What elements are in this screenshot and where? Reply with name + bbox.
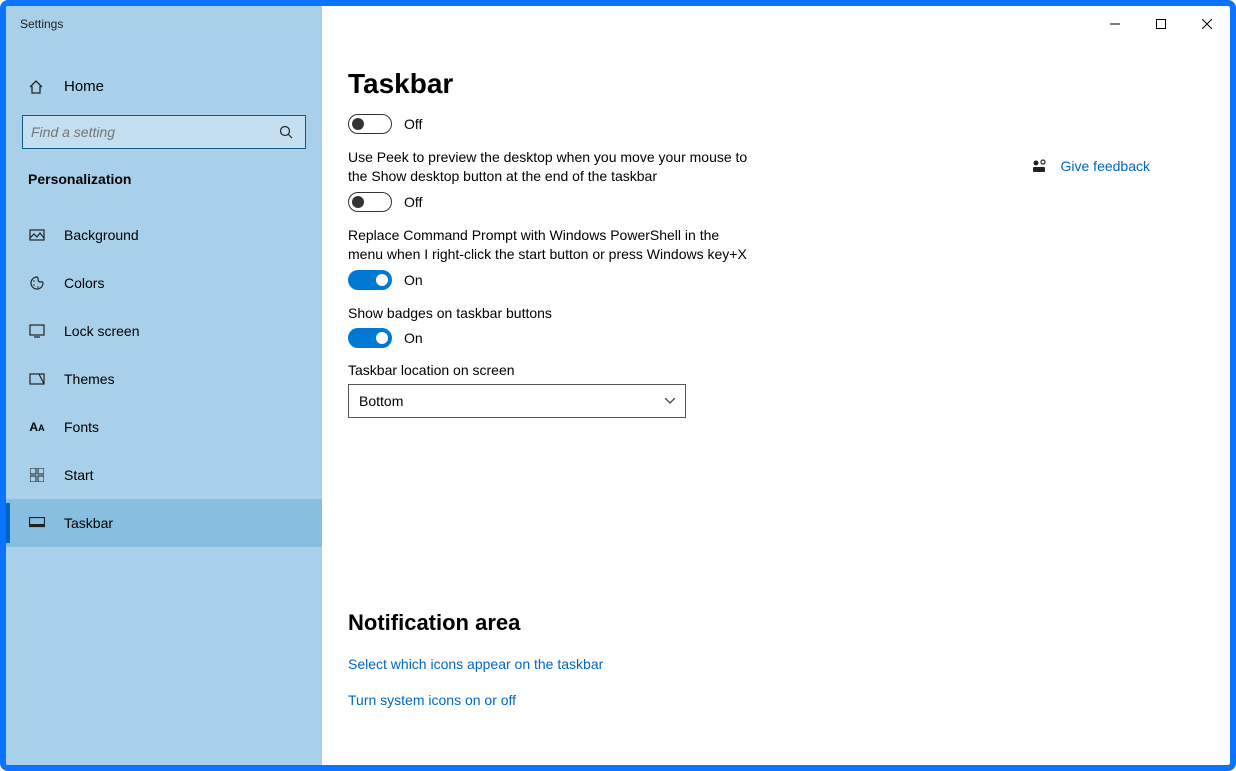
- start-icon: [28, 468, 46, 482]
- select-value: Bottom: [359, 393, 403, 409]
- home-icon: [28, 79, 46, 95]
- sidebar-item-themes[interactable]: Themes: [6, 355, 322, 403]
- chevron-down-icon: [665, 398, 675, 404]
- close-button[interactable]: [1184, 6, 1230, 42]
- home-button[interactable]: Home: [6, 64, 322, 109]
- sidebar-item-label: Background: [64, 227, 139, 243]
- toggle-lock-taskbar[interactable]: [348, 114, 392, 134]
- taskbar-icon: [28, 517, 46, 529]
- sidebar-item-label: Colors: [64, 275, 104, 291]
- setting-desc-badges: Show badges on taskbar buttons: [348, 304, 768, 323]
- page-title: Taskbar: [348, 68, 1204, 100]
- settings-window: Settings Home: [6, 6, 1230, 765]
- search-box[interactable]: [22, 115, 306, 149]
- feedback-link[interactable]: Give feedback: [1031, 158, 1151, 174]
- minimize-icon: [1110, 19, 1120, 29]
- sidebar-item-lock-screen[interactable]: Lock screen: [6, 307, 322, 355]
- titlebar: Settings: [6, 6, 1230, 42]
- search-input[interactable]: [31, 124, 279, 140]
- toggle-state-label: On: [404, 330, 423, 346]
- close-icon: [1202, 19, 1212, 29]
- sidebar-item-colors[interactable]: Colors: [6, 259, 322, 307]
- sidebar-item-start[interactable]: Start: [6, 451, 322, 499]
- toggle-badges[interactable]: [348, 328, 392, 348]
- colors-icon: [28, 275, 46, 291]
- fonts-icon: AA: [28, 420, 46, 434]
- sidebar-item-label: Start: [64, 467, 94, 483]
- setting-label-location: Taskbar location on screen: [348, 362, 908, 378]
- nav-list: Background Colors Lock screen Themes AA …: [6, 211, 322, 547]
- section-heading-notification: Notification area: [348, 610, 1204, 636]
- background-icon: [28, 227, 46, 243]
- link-select-icons[interactable]: Select which icons appear on the taskbar: [348, 656, 1204, 672]
- setting-desc-peek: Use Peek to preview the desktop when you…: [348, 148, 768, 186]
- category-label: Personalization: [6, 163, 322, 203]
- feedback-icon: [1031, 158, 1047, 174]
- home-label: Home: [64, 78, 104, 95]
- setting-desc-powershell: Replace Command Prompt with Windows Powe…: [348, 226, 758, 264]
- sidebar-item-label: Lock screen: [64, 323, 139, 339]
- sidebar: Home Personalization Background: [6, 42, 322, 765]
- search-icon: [279, 125, 297, 139]
- main-content: Taskbar Off Use Peek to preview the desk…: [322, 42, 1230, 765]
- toggle-state-label: Off: [404, 116, 422, 132]
- minimize-button[interactable]: [1092, 6, 1138, 42]
- toggle-state-label: Off: [404, 194, 422, 210]
- sidebar-item-background[interactable]: Background: [6, 211, 322, 259]
- app-title: Settings: [20, 17, 63, 31]
- sidebar-item-label: Taskbar: [64, 515, 113, 531]
- toggle-powershell[interactable]: [348, 270, 392, 290]
- window-controls: [1092, 6, 1230, 42]
- link-system-icons[interactable]: Turn system icons on or off: [348, 692, 1204, 708]
- sidebar-item-fonts[interactable]: AA Fonts: [6, 403, 322, 451]
- maximize-icon: [1156, 19, 1166, 29]
- maximize-button[interactable]: [1138, 6, 1184, 42]
- feedback-label: Give feedback: [1061, 158, 1151, 174]
- toggle-state-label: On: [404, 272, 423, 288]
- lock-screen-icon: [28, 323, 46, 339]
- themes-icon: [28, 371, 46, 387]
- select-taskbar-location[interactable]: Bottom: [348, 384, 686, 418]
- sidebar-item-taskbar[interactable]: Taskbar: [6, 499, 322, 547]
- toggle-peek[interactable]: [348, 192, 392, 212]
- sidebar-item-label: Fonts: [64, 419, 99, 435]
- sidebar-item-label: Themes: [64, 371, 115, 387]
